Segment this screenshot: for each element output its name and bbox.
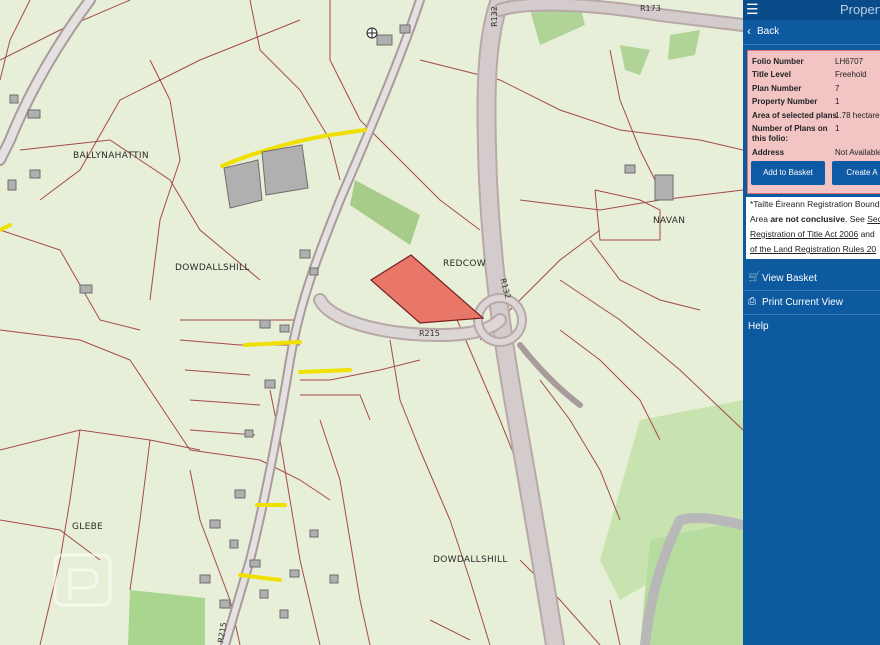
land-registration-rules-link[interactable]: of the Land Registration Rules 20 bbox=[750, 244, 876, 254]
map-canvas[interactable] bbox=[0, 0, 743, 645]
printer-icon: ⎙ bbox=[748, 296, 756, 307]
townland-label: DOWDALLSHILL bbox=[175, 263, 250, 273]
property-panel: ☰ Propert ‹ Back Folio Number LH6707 Titl… bbox=[743, 0, 880, 645]
map-view[interactable]: BALLYNAHATTIN DOWDALLSHILL REDCOW NAVAN … bbox=[0, 0, 743, 645]
townland-label: DOWDALLSHILL bbox=[433, 555, 508, 565]
add-to-basket-button[interactable]: Add to Basket bbox=[751, 161, 825, 185]
back-button[interactable]: ‹ Back bbox=[743, 20, 880, 45]
road-label: R132 bbox=[489, 6, 499, 27]
print-current-view-link[interactable]: ⎙ Print Current View bbox=[743, 291, 880, 315]
townland-label: BALLYNAHATTIN bbox=[73, 151, 149, 161]
panel-title: Propert bbox=[840, 2, 880, 17]
view-basket-link[interactable]: 🛒 View Basket bbox=[743, 267, 880, 291]
create-button[interactable]: Create A bbox=[832, 161, 880, 185]
building bbox=[223, 159, 263, 209]
townland-label: REDCOW bbox=[443, 259, 486, 269]
townland-label: NAVAN bbox=[653, 216, 686, 226]
back-label: Back bbox=[757, 26, 780, 37]
registration-act-link[interactable]: Registration of Title Act 2006 bbox=[750, 229, 858, 239]
road-label: R215 bbox=[419, 329, 440, 338]
help-link[interactable]: Help bbox=[743, 315, 880, 338]
cart-icon: 🛒 bbox=[748, 272, 761, 283]
townland-label: GLEBE bbox=[72, 522, 104, 532]
road-label: R173 bbox=[640, 4, 661, 13]
hamburger-menu-icon[interactable]: ☰ bbox=[746, 1, 759, 18]
registration-note: *Tailte Éireann Registration Boundari Ar… bbox=[746, 197, 880, 259]
sports-field bbox=[128, 590, 205, 645]
chevron-left-icon: ‹ bbox=[747, 24, 751, 38]
section-link[interactable]: Section bbox=[867, 214, 880, 224]
folio-info-box: Folio Number LH6707 Title Level Freehold P… bbox=[747, 50, 880, 194]
panel-header: ☰ Propert bbox=[743, 0, 880, 20]
